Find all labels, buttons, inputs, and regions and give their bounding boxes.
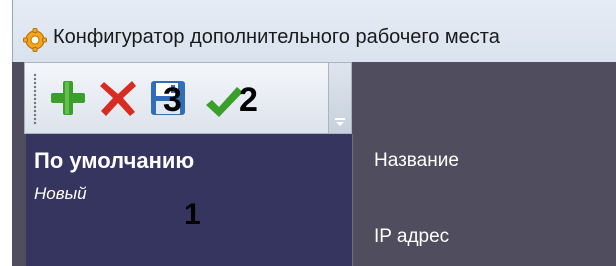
delete-button[interactable]: [97, 77, 139, 119]
marker-list: 1: [184, 198, 201, 231]
toolbar-grip-handle[interactable]: [33, 73, 37, 125]
workstation-list[interactable]: По умолчанию Новый 1: [26, 134, 353, 266]
toolbar-overflow-button[interactable]: [328, 63, 351, 133]
list-item-title[interactable]: По умолчанию: [34, 148, 194, 174]
ip-address-label: IP адрес: [374, 226, 450, 247]
cross-icon: [100, 81, 136, 116]
chevron-down-icon: [335, 118, 345, 126]
window-title: Конфигуратор дополнительного рабочего ме…: [53, 26, 500, 48]
title-bar[interactable]: Конфигуратор дополнительного рабочего ме…: [12, 0, 616, 62]
app-window: Конфигуратор дополнительного рабочего ме…: [12, 0, 616, 266]
gear-icon: [23, 28, 47, 52]
plus-icon: [51, 81, 85, 115]
marker-apply: 2: [239, 81, 258, 119]
name-label: Название: [374, 150, 459, 171]
list-item-subtitle: Новый: [34, 184, 87, 203]
add-button[interactable]: [47, 77, 89, 119]
checkmark-icon: [206, 87, 243, 117]
marker-save: 3: [163, 81, 182, 119]
toolbar: 3 2: [24, 62, 352, 134]
